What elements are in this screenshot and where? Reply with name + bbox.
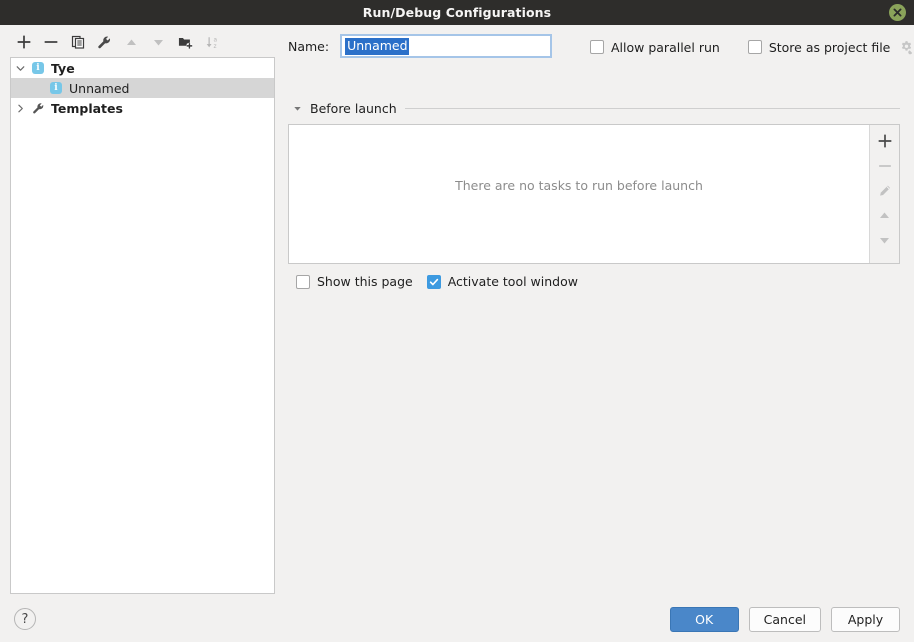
dialog-titlebar: Run/Debug Configurations [0,0,914,25]
add-configuration-button[interactable] [10,30,37,54]
gear-glyph [901,40,912,54]
tye-info-glyph: i [32,62,44,74]
minus-icon [44,41,57,43]
svg-text:z: z [213,43,216,49]
show-this-page-label: Show this page [317,274,413,289]
move-task-down-button[interactable] [872,228,897,253]
checkbox-box [426,274,441,289]
tree-node-label: Templates [51,100,123,116]
help-button[interactable]: ? [14,608,36,630]
checkmark-icon [429,278,438,285]
wrench-icon [29,102,47,115]
arrow-up-icon [880,212,889,218]
tree-node-label: Unnamed [69,80,130,96]
plus-icon [17,35,30,49]
bottom-options-row: Show this page Activate tool window [296,274,578,289]
plus-icon [878,134,891,147]
before-launch-toolbar [869,125,899,263]
configurations-tree[interactable]: i Tye i Unnamed Templates [10,57,275,594]
chevron-right-glyph [17,104,23,112]
store-as-project-file-label: Store as project file [768,39,891,55]
run-debug-configurations-dialog: Run/Debug Configurations a z i Tye i Unn… [0,0,914,642]
add-task-button[interactable] [872,128,897,153]
tye-info-icon: i [47,82,65,94]
tree-node-unnamed[interactable]: i Unnamed [11,78,274,98]
tree-node-label: Tye [51,60,75,76]
before-launch-title: Before launch [310,101,397,116]
move-down-button[interactable] [145,30,172,54]
sort-configurations-button[interactable]: a z [199,30,226,54]
configurations-toolbar: a z [10,29,276,55]
name-label: Name: [288,38,330,54]
collapse-triangle-icon[interactable] [290,102,304,116]
arrow-down-icon [880,238,889,244]
apply-button[interactable]: Apply [831,607,900,632]
top-options-row: Allow parallel run Store as project file [590,39,914,55]
store-as-project-file-checkbox[interactable]: Store as project file [747,39,891,55]
before-launch-task-list[interactable]: There are no tasks to run before launch [289,125,869,263]
pencil-icon [879,185,890,196]
before-launch-header: Before launch [290,101,900,116]
wrench-glyph [32,102,43,113]
checkbox-box [747,40,762,54]
allow-parallel-run-label: Allow parallel run [611,39,720,55]
tree-node-templates[interactable]: Templates [11,98,274,118]
tree-node-tye[interactable]: i Tye [11,58,274,78]
show-this-page-checkbox[interactable]: Show this page [296,274,413,289]
close-icon[interactable] [889,4,906,21]
checkbox-box [296,274,310,289]
before-launch-panel: There are no tasks to run before launch [288,124,900,264]
section-divider [404,108,900,109]
copy-icon [71,35,84,49]
create-folder-button[interactable] [172,30,199,54]
cancel-button[interactable]: Cancel [748,607,821,632]
sort-az-icon: a z [206,36,217,49]
before-launch-empty-text: There are no tasks to run before launch [455,177,703,193]
allow-parallel-run-checkbox[interactable]: Allow parallel run [590,40,720,55]
tye-info-icon: i [29,62,47,74]
activate-tool-window-label: Activate tool window [447,274,578,289]
minus-icon [878,164,891,167]
move-up-button[interactable] [118,30,145,54]
svg-text:a: a [213,37,217,43]
chevron-down-icon[interactable] [11,64,29,73]
wrench-icon [98,35,111,48]
checkbox-box [590,40,604,54]
ok-button[interactable]: OK [669,607,739,632]
triangle-down-glyph [293,107,301,111]
dialog-title: Run/Debug Configurations [362,5,552,20]
name-input[interactable]: Unnamed [340,34,553,58]
chevron-down-glyph [16,65,24,71]
tye-info-glyph: i [50,82,62,94]
close-glyph [893,8,902,17]
chevron-right-icon[interactable] [11,104,29,113]
remove-task-button[interactable] [872,153,897,178]
edit-task-button[interactable] [872,178,897,203]
name-input-value: Unnamed [345,37,409,55]
gear-icon[interactable] [898,39,914,55]
arrow-down-icon [154,39,163,45]
activate-tool-window-checkbox[interactable]: Activate tool window [426,274,578,289]
edit-templates-button[interactable] [91,30,118,54]
remove-configuration-button[interactable] [37,30,64,54]
name-row: Name: Unnamed [288,34,553,58]
folder-plus-icon [178,37,193,49]
arrow-up-icon [127,39,136,45]
copy-configuration-button[interactable] [64,30,91,54]
move-task-up-button[interactable] [872,203,897,228]
dialog-buttons: OK Cancel Apply [669,607,900,632]
